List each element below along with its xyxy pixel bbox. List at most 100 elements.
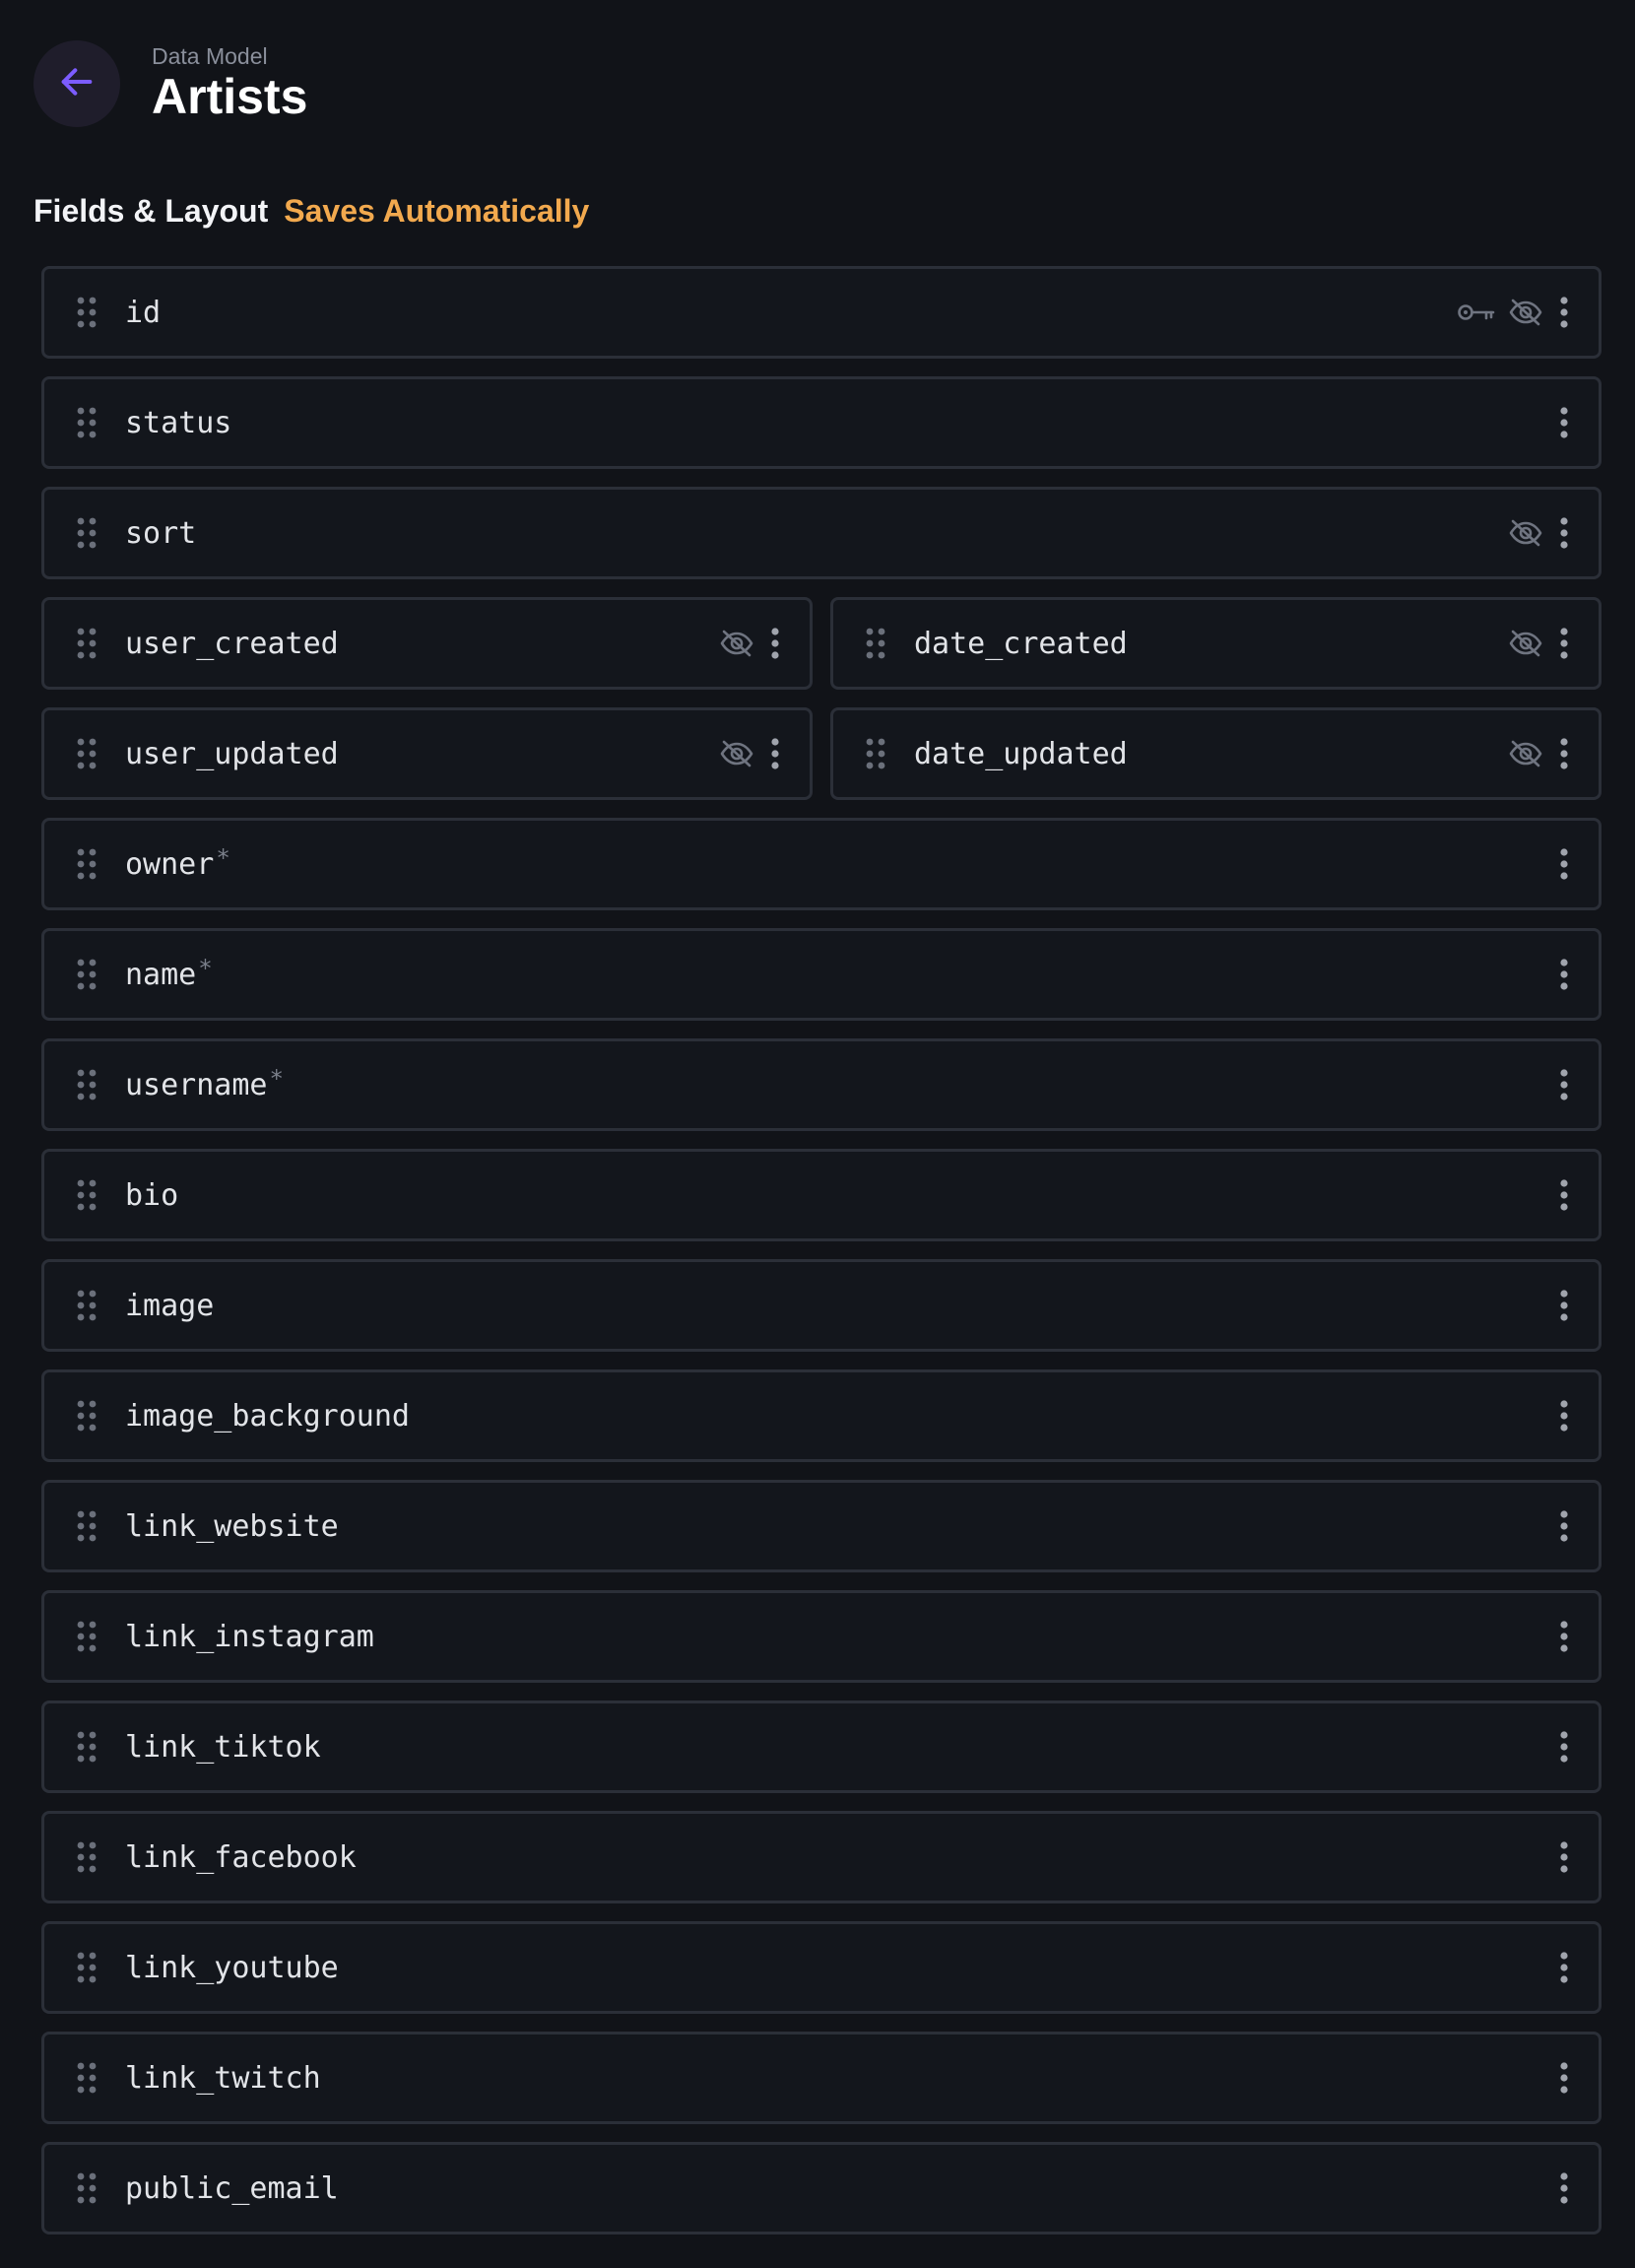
more-vertical-icon[interactable] — [1555, 1841, 1573, 1873]
field-bio[interactable]: bio — [41, 1149, 1602, 1241]
drag-handle-icon[interactable] — [74, 957, 99, 992]
field-list: id status sort user_created date_createduser… — [41, 266, 1602, 2235]
breadcrumb: Data Model — [152, 43, 268, 69]
drag-handle-icon[interactable] — [863, 626, 888, 661]
field-name: date_updated — [914, 736, 1128, 771]
field-public-email[interactable]: public_email — [41, 2142, 1602, 2235]
field-link-website[interactable]: link_website — [41, 1480, 1602, 1572]
field-name: link_instagram — [125, 1619, 374, 1654]
drag-handle-icon[interactable] — [74, 2060, 99, 2096]
drag-handle-icon[interactable] — [74, 1839, 99, 1875]
title-block: Data Model Artists — [152, 43, 307, 124]
more-vertical-icon[interactable] — [1555, 1510, 1573, 1542]
drag-handle-icon[interactable] — [74, 515, 99, 551]
more-vertical-icon[interactable] — [1555, 1952, 1573, 1983]
field-name: user_updated — [125, 736, 339, 771]
field-name[interactable]: name * — [41, 928, 1602, 1021]
more-vertical-icon[interactable] — [1555, 1290, 1573, 1321]
drag-handle-icon[interactable] — [74, 295, 99, 330]
field-name: name — [125, 957, 197, 992]
required-marker: * — [216, 844, 230, 872]
field-name: link_twitch — [125, 2060, 321, 2096]
hidden-icon — [1508, 629, 1543, 658]
field-link-instagram[interactable]: link_instagram — [41, 1590, 1602, 1683]
field-name: id — [125, 295, 162, 330]
autosave-note: Saves Automatically — [284, 193, 590, 229]
hidden-icon — [1508, 298, 1543, 327]
field-name: username — [125, 1067, 268, 1102]
field-name: link_youtube — [125, 1950, 339, 1985]
field-name: public_email — [125, 2170, 339, 2206]
back-button[interactable] — [33, 40, 120, 127]
field-name: date_created — [914, 626, 1128, 661]
required-marker: * — [198, 955, 213, 982]
key-icon — [1457, 301, 1496, 323]
drag-handle-icon[interactable] — [74, 736, 99, 771]
more-vertical-icon[interactable] — [1555, 407, 1573, 438]
field-image[interactable]: image — [41, 1259, 1602, 1352]
more-vertical-icon[interactable] — [1555, 2172, 1573, 2204]
drag-handle-icon[interactable] — [74, 1619, 99, 1654]
field-name: owner — [125, 846, 215, 882]
drag-handle-icon[interactable] — [74, 626, 99, 661]
more-vertical-icon[interactable] — [1555, 2062, 1573, 2094]
field-name: link_website — [125, 1508, 339, 1544]
field-link-twitch[interactable]: link_twitch — [41, 2032, 1602, 2124]
hidden-icon — [719, 739, 754, 768]
field-user-created[interactable]: user_created — [41, 597, 813, 690]
field-name: user_created — [125, 626, 339, 661]
field-link-youtube[interactable]: link_youtube — [41, 1921, 1602, 2014]
hidden-icon — [719, 629, 754, 658]
field-image-background[interactable]: image_background — [41, 1369, 1602, 1462]
field-name: sort — [125, 515, 197, 551]
more-vertical-icon[interactable] — [1555, 1179, 1573, 1211]
section-title: Fields & Layout — [33, 193, 269, 229]
drag-handle-icon[interactable] — [74, 1177, 99, 1213]
drag-handle-icon[interactable] — [74, 1950, 99, 1985]
drag-handle-icon[interactable] — [74, 2170, 99, 2206]
field-username[interactable]: username * — [41, 1038, 1602, 1131]
drag-handle-icon[interactable] — [74, 1067, 99, 1102]
field-name: image_background — [125, 1398, 410, 1434]
field-link-facebook[interactable]: link_facebook — [41, 1811, 1602, 1903]
drag-handle-icon[interactable] — [74, 1508, 99, 1544]
drag-handle-icon[interactable] — [74, 1288, 99, 1323]
field-sort[interactable]: sort — [41, 487, 1602, 579]
field-status[interactable]: status — [41, 376, 1602, 469]
field-owner[interactable]: owner * — [41, 818, 1602, 910]
field-name: bio — [125, 1177, 179, 1213]
field-name: status — [125, 405, 232, 440]
more-vertical-icon[interactable] — [1555, 1731, 1573, 1763]
field-user-updated[interactable]: user_updated — [41, 707, 813, 800]
more-vertical-icon[interactable] — [1555, 1621, 1573, 1652]
page-title: Artists — [152, 69, 308, 124]
hidden-icon — [1508, 518, 1543, 548]
field-date-updated[interactable]: date_updated — [830, 707, 1602, 800]
field-id[interactable]: id — [41, 266, 1602, 359]
more-vertical-icon[interactable] — [766, 738, 784, 769]
field-name: link_facebook — [125, 1839, 357, 1875]
more-vertical-icon[interactable] — [766, 628, 784, 659]
drag-handle-icon[interactable] — [74, 846, 99, 882]
section-header: Fields & Layout Saves Automatically — [33, 193, 589, 230]
drag-handle-icon[interactable] — [74, 1398, 99, 1434]
more-vertical-icon[interactable] — [1555, 517, 1573, 549]
drag-handle-icon[interactable] — [863, 736, 888, 771]
more-vertical-icon[interactable] — [1555, 848, 1573, 880]
field-date-created[interactable]: date_created — [830, 597, 1602, 690]
page-header: Data Model Artists — [33, 33, 307, 134]
more-vertical-icon[interactable] — [1555, 628, 1573, 659]
field-link-tiktok[interactable]: link_tiktok — [41, 1701, 1602, 1793]
field-name: link_tiktok — [125, 1729, 321, 1765]
hidden-icon — [1508, 739, 1543, 768]
drag-handle-icon[interactable] — [74, 405, 99, 440]
more-vertical-icon[interactable] — [1555, 1069, 1573, 1101]
required-marker: * — [269, 1065, 284, 1093]
field-name: image — [125, 1288, 215, 1323]
more-vertical-icon[interactable] — [1555, 1400, 1573, 1432]
arrow-left-icon — [57, 62, 97, 106]
drag-handle-icon[interactable] — [74, 1729, 99, 1765]
more-vertical-icon[interactable] — [1555, 959, 1573, 990]
more-vertical-icon[interactable] — [1555, 738, 1573, 769]
more-vertical-icon[interactable] — [1555, 297, 1573, 328]
